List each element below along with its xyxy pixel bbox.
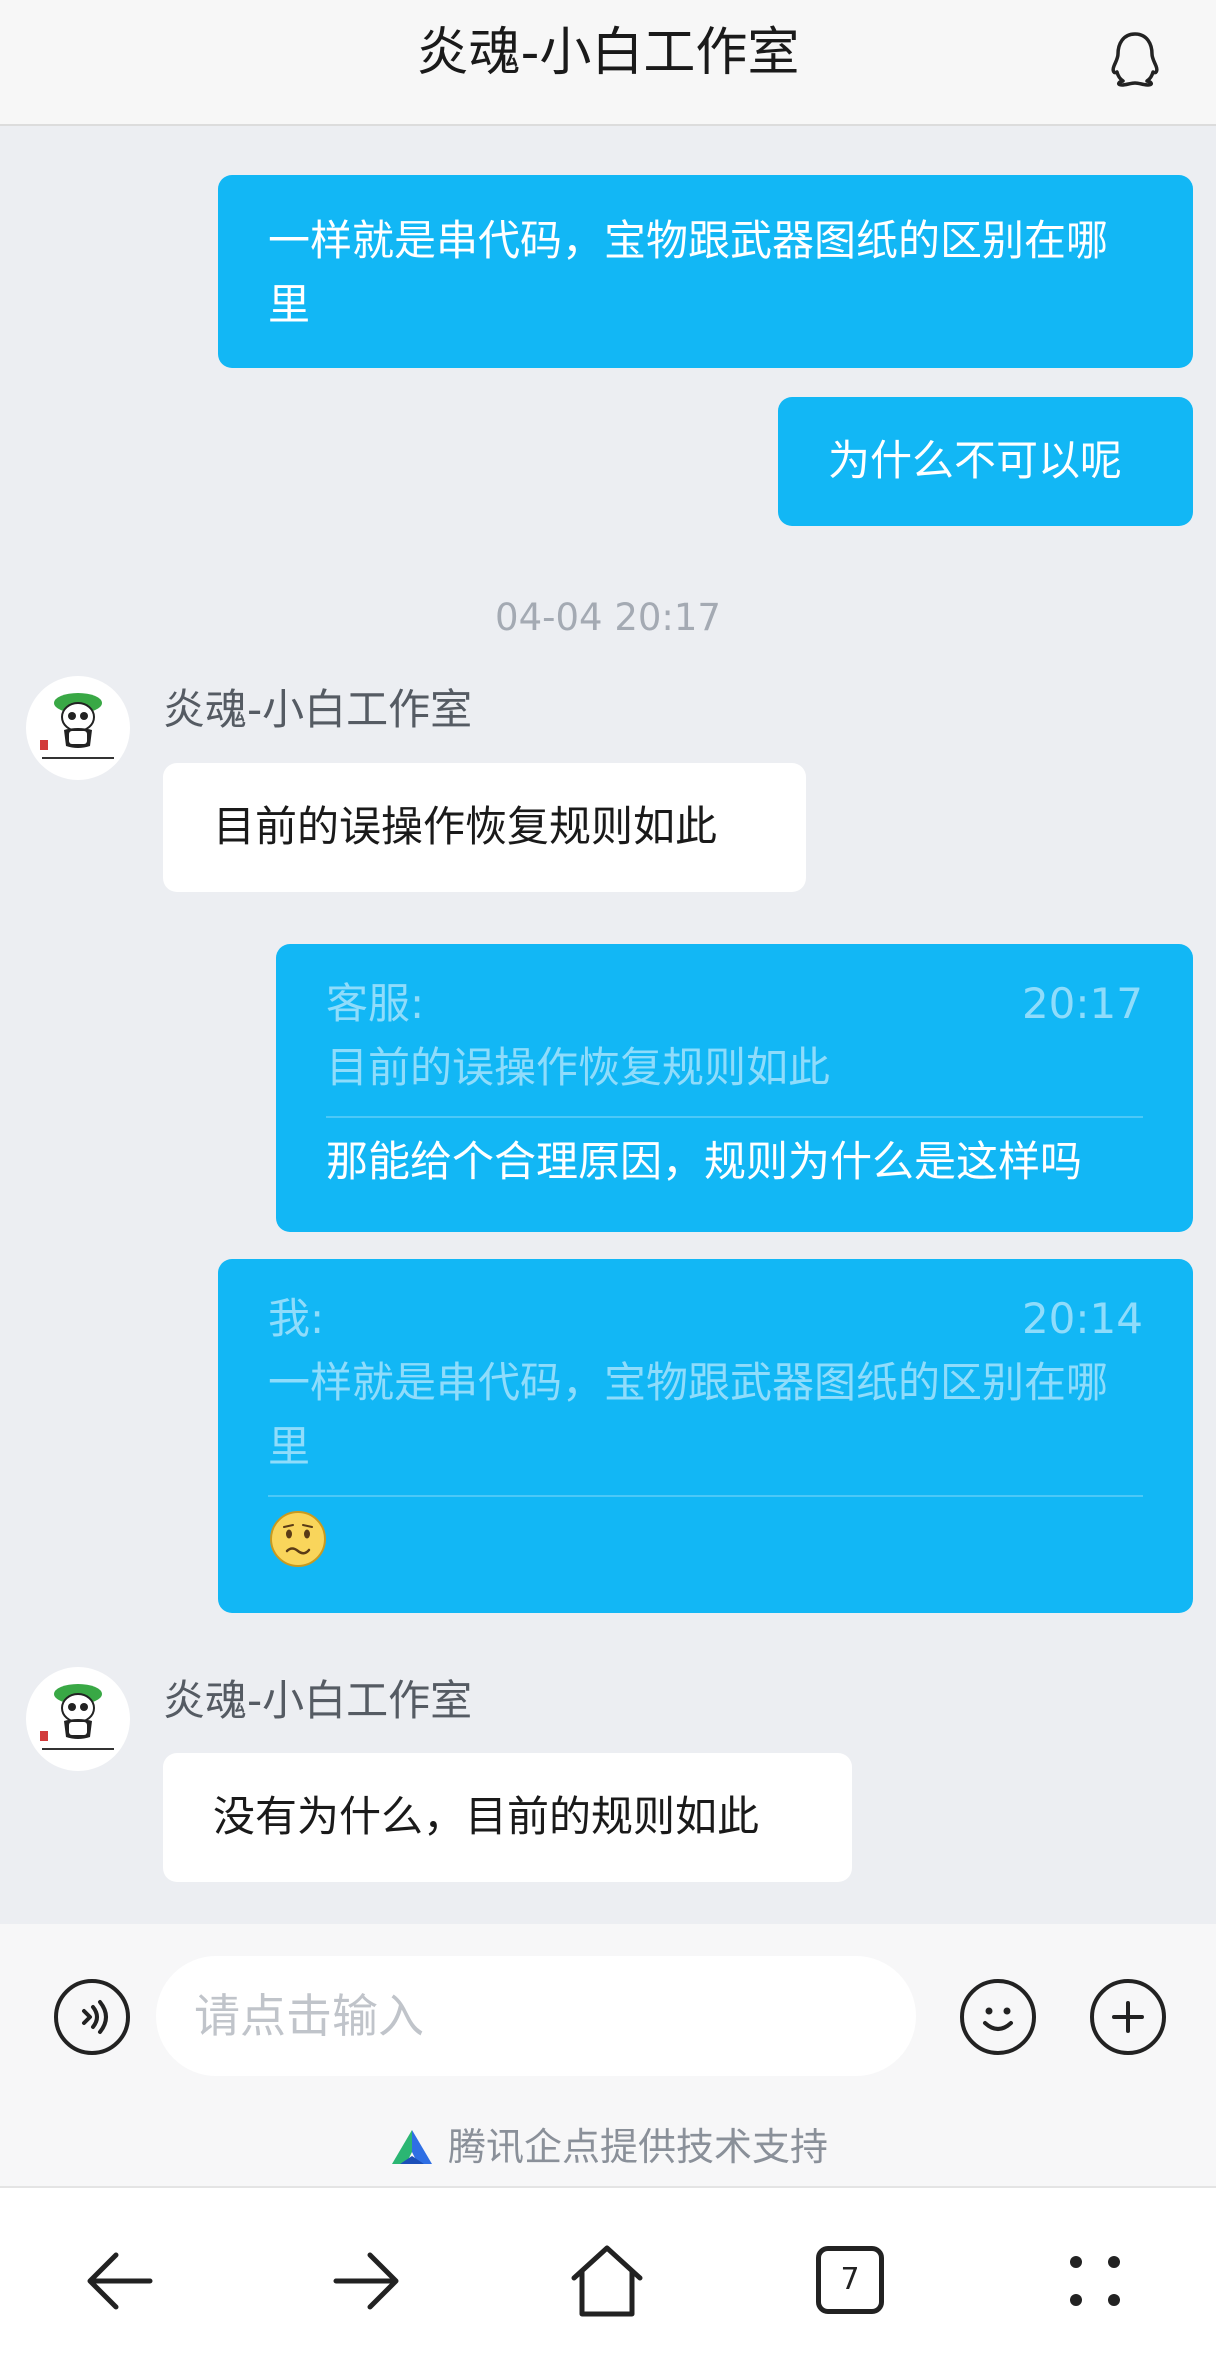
message-composer: 请点击输入 腾讯企点提供技术支持 <box>0 1924 1216 2186</box>
quoted-message[interactable]: 客服: 20:17 目前的误操作恢复规则如此 <box>326 972 1143 1100</box>
quote-divider <box>268 1495 1143 1497</box>
outgoing-message[interactable]: 一样就是串代码，宝物跟武器图纸的区别在哪里 <box>218 175 1193 368</box>
powered-by-text: 腾讯企点提供技术支持 <box>448 2125 829 2169</box>
quote-sender: 我: <box>268 1294 325 1343</box>
message-text: 那能给个合理原因，规则为什么是这样吗 <box>326 1137 1083 1186</box>
qq-penguin-icon[interactable] <box>1106 30 1164 88</box>
forward-arrow-icon[interactable] <box>320 2236 410 2326</box>
quote-divider <box>326 1116 1143 1118</box>
incoming-message[interactable]: 目前的误操作恢复规则如此 <box>163 763 806 892</box>
chat-title: 炎魂-小白工作室 <box>416 23 800 83</box>
quote-text: 一样就是串代码，宝物跟武器图纸的区别在哪里 <box>268 1358 1109 1471</box>
agent-avatar[interactable] <box>26 676 130 780</box>
incoming-message[interactable]: 没有为什么，目前的规则如此 <box>163 1753 852 1882</box>
message-text: 为什么不可以呢 <box>828 436 1123 485</box>
quote-time: 20:14 <box>1021 1294 1143 1343</box>
voice-icon <box>82 2000 108 2034</box>
home-icon[interactable] <box>562 2236 652 2326</box>
agent-name: 炎魂-小白工作室 <box>163 685 473 734</box>
message-text: 一样就是串代码，宝物跟武器图纸的区别在哪里 <box>268 216 1109 329</box>
tab-count: 7 <box>840 2262 860 2297</box>
more-button[interactable] <box>1090 1979 1166 2055</box>
outgoing-message[interactable]: 为什么不可以呢 <box>778 397 1193 526</box>
agent-name: 炎魂-小白工作室 <box>163 1676 473 1725</box>
quote-text: 目前的误操作恢复规则如此 <box>326 1043 831 1092</box>
message-text: 没有为什么，目前的规则如此 <box>213 1792 760 1841</box>
message-text: 目前的误操作恢复规则如此 <box>213 802 718 851</box>
menu-dots-icon[interactable] <box>1050 2236 1140 2326</box>
tabs-button[interactable]: 7 <box>816 2246 884 2314</box>
chat-header: 炎魂-小白工作室 <box>0 0 1216 126</box>
browser-navbar: 7 <box>0 2186 1216 2370</box>
emoji-button[interactable] <box>960 1979 1036 2055</box>
powered-by: 腾讯企点提供技术支持 <box>0 2124 1216 2170</box>
quoted-message[interactable]: 我: 20:14 一样就是串代码，宝物跟武器图纸的区别在哪里 <box>268 1287 1143 1479</box>
confused-face-emoji-icon <box>270 1511 326 1567</box>
smiley-icon <box>983 2007 1013 2031</box>
message-input[interactable]: 请点击输入 <box>156 1956 916 2076</box>
plus-icon <box>1112 2001 1144 2033</box>
qidian-logo-icon <box>391 2130 432 2164</box>
message-timestamp: 04-04 20:17 <box>495 596 721 639</box>
back-arrow-icon[interactable] <box>76 2236 166 2326</box>
outgoing-reply-message[interactable]: 我: 20:14 一样就是串代码，宝物跟武器图纸的区别在哪里 <box>218 1259 1193 1613</box>
voice-button[interactable] <box>54 1979 130 2055</box>
quote-time: 20:17 <box>1021 979 1143 1028</box>
panda-logo-icon <box>40 1684 114 1750</box>
outgoing-reply-message[interactable]: 客服: 20:17 目前的误操作恢复规则如此 那能给个合理原因，规则为什么是这样… <box>276 944 1193 1232</box>
agent-avatar[interactable] <box>26 1667 130 1771</box>
panda-logo-icon <box>40 693 114 759</box>
quote-sender: 客服: <box>326 979 425 1028</box>
